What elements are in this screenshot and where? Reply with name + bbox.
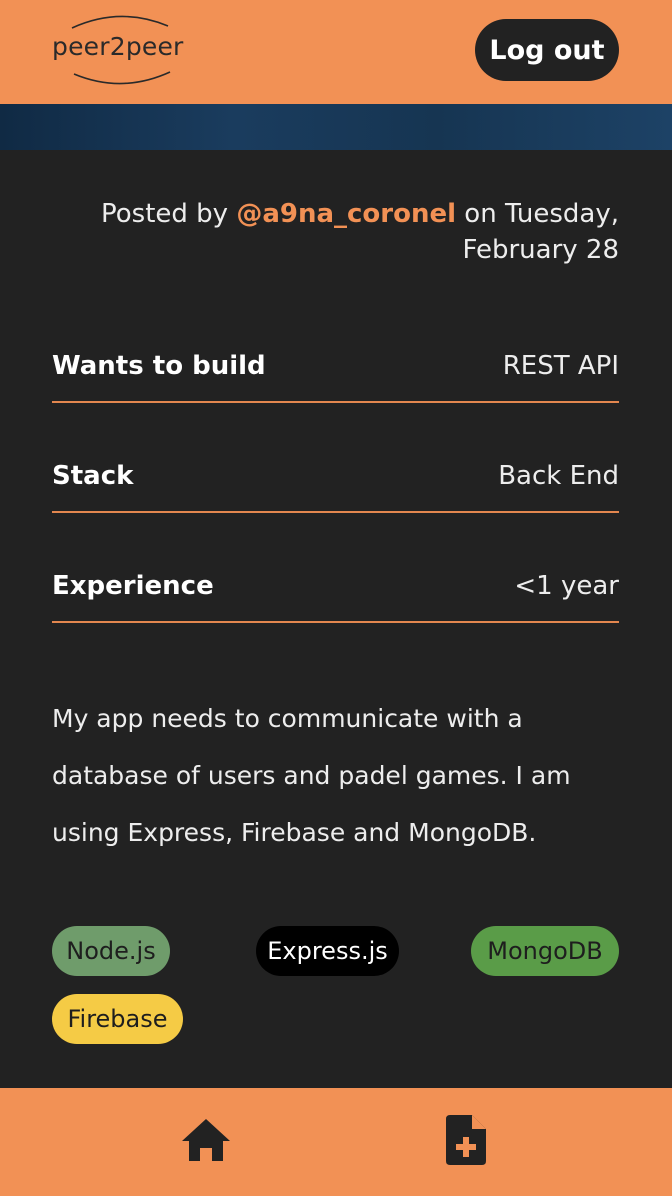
home-button[interactable] <box>176 1110 236 1170</box>
detail-value: <1 year <box>514 571 619 601</box>
logo[interactable]: peer2peer <box>50 12 198 88</box>
posted-by: Posted by @a9na_coronel on Tuesday, Febr… <box>52 196 619 268</box>
logout-button[interactable]: Log out <box>475 19 619 81</box>
top-bar: peer2peer Log out <box>0 0 672 104</box>
posted-suffix: on Tuesday, February 28 <box>456 199 619 265</box>
detail-label: Wants to build <box>52 351 266 381</box>
detail-row-experience: Experience <1 year <box>52 551 619 623</box>
tag-nodejs[interactable]: Node.js <box>52 926 170 976</box>
tag-firebase[interactable]: Firebase <box>52 994 183 1044</box>
detail-row-wants-to-build: Wants to build REST API <box>52 331 619 403</box>
author-link[interactable]: @a9na_coronel <box>236 199 456 229</box>
logo-text: peer2peer <box>52 32 184 61</box>
bottom-nav <box>0 1088 672 1196</box>
post-description: My app needs to communicate with a datab… <box>52 704 571 847</box>
detail-value: Back End <box>498 461 619 491</box>
home-icon <box>182 1119 230 1161</box>
detail-label: Experience <box>52 571 214 601</box>
new-post-icon <box>446 1115 486 1165</box>
detail-value: REST API <box>502 351 619 381</box>
detail-row-stack: Stack Back End <box>52 441 619 513</box>
new-post-button[interactable] <box>436 1110 496 1170</box>
tag-expressjs[interactable]: Express.js <box>256 926 399 976</box>
tag-mongodb[interactable]: MongoDB <box>471 926 619 976</box>
posted-prefix: Posted by <box>100 199 237 229</box>
detail-label: Stack <box>52 461 134 491</box>
cover-banner <box>0 104 672 150</box>
